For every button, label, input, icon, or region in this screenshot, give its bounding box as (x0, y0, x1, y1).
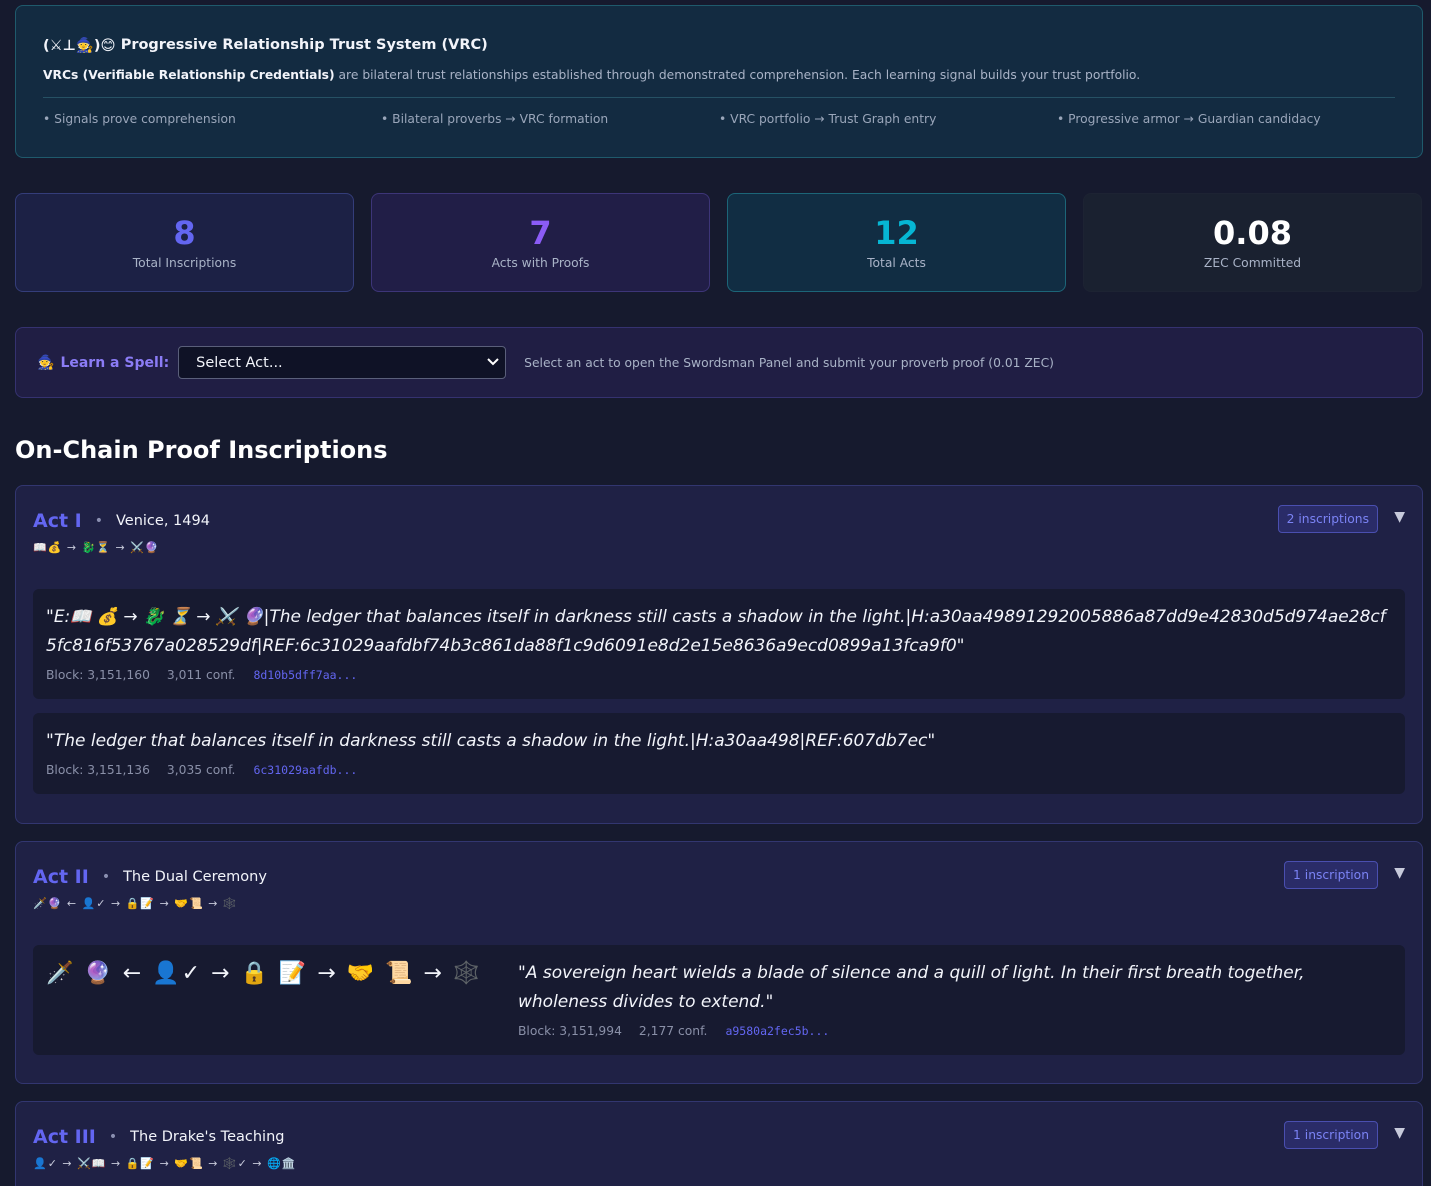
inscription-body: "A sovereign heart wields a blade of sil… (518, 959, 1392, 1039)
vrc-divider (43, 97, 1395, 98)
stat-total-inscriptions: 8 Total Inscriptions (15, 193, 354, 292)
vrc-points: • Signals prove comprehension • Bilatera… (43, 112, 1395, 126)
tx-hash-link[interactable]: 6c31029aafdb... (253, 763, 357, 777)
inscription-meta: Block: 3,151,994 2,177 conf. a9580a2fec5… (518, 1022, 1392, 1039)
tx-hash-link[interactable]: a9580a2fec5b... (725, 1024, 829, 1038)
separator-dot: • (101, 869, 111, 885)
vrc-point: • Signals prove comprehension (43, 112, 236, 126)
vrc-glyph: (⚔⊥🧙)😊 (43, 37, 116, 54)
inscription-text: "The ledger that balances itself in dark… (46, 731, 936, 751)
inscription-item: "E:📖 💰 → 🐉 ⏳ → ⚔️ 🔮|The ledger that bala… (33, 589, 1405, 699)
separator-dot: • (108, 1129, 118, 1145)
confirmations: 3,011 conf. (166, 667, 236, 682)
act-title: Act II (33, 866, 89, 888)
inscription-count-badge: 2 inscriptions (1277, 505, 1378, 533)
block-height: Block: 3,151,160 (46, 667, 150, 682)
vrc-point: • VRC portfolio → Trust Graph entry (719, 112, 937, 126)
act-emoji-sequence: 🗡️🔮 ← 👤✓ → 🔒📝 → 🤝📜 → 🕸️ (33, 897, 238, 910)
inscription-emoji: 🗡️ 🔮 ← 👤✓ → 🔒 📝 → 🤝 📜 → 🕸️ (46, 961, 483, 986)
stat-label: Total Acts (867, 256, 926, 270)
inscription-split: 🗡️ 🔮 ← 👤✓ → 🔒 📝 → 🤝 📜 → 🕸️ "A sovereign … (46, 959, 1392, 1039)
vrc-point: • Bilateral proverbs → VRC formation (381, 112, 609, 126)
stat-zec-committed: 0.08 ZEC Committed (1083, 193, 1422, 292)
stat-label: Acts with Proofs (491, 256, 590, 270)
confirmations: 3,035 conf. (166, 762, 236, 777)
vrc-description: VRCs (Verifiable Relationship Credential… (43, 68, 1395, 86)
vrc-info-panel: (⚔⊥🧙)😊 Progressive Relationship Trust Sy… (15, 5, 1423, 158)
stat-total-acts: 12 Total Acts (727, 193, 1066, 292)
block-height: Block: 3,151,136 (46, 762, 150, 777)
vrc-point: • Progressive armor → Guardian candidacy (1057, 112, 1321, 126)
act-emoji-sequence: 📖💰 → 🐉⏳ → ⚔️🔮 (33, 541, 160, 554)
collapse-toggle-icon[interactable]: ▼ (1394, 865, 1405, 881)
act-subtitle: The Drake's Teaching (130, 1129, 285, 1145)
act-card: Act II • The Dual Ceremony 1 inscription… (15, 841, 1423, 1084)
act-card: Act I • Venice, 1494 2 inscriptions ▼ 📖💰… (15, 485, 1423, 824)
stat-label: ZEC Committed (1203, 256, 1302, 270)
learn-spell-bar: 🧙 Learn a Spell: Select Act... Select an… (15, 327, 1423, 398)
act-subtitle: The Dual Ceremony (123, 869, 267, 885)
act-card: Act III • The Drake's Teaching 1 inscrip… (15, 1101, 1423, 1186)
vrc-desc-bold: VRCs (Verifiable Relationship Credential… (43, 68, 335, 82)
stat-value: 0.08 (1213, 214, 1292, 252)
act-header[interactable]: Act II • The Dual Ceremony (33, 862, 1405, 892)
stat-value: 12 (874, 214, 919, 252)
inscription-count-badge: 1 inscription (1284, 861, 1378, 889)
inscription-text: "E:📖 💰 → 🐉 ⏳ → ⚔️ 🔮|The ledger that bala… (46, 607, 1386, 656)
act-title: Act III (33, 1126, 96, 1148)
act-header[interactable]: Act III • The Drake's Teaching (33, 1122, 1405, 1152)
act-select[interactable]: Select Act... (178, 346, 507, 379)
inscription-item: 🗡️ 🔮 ← 👤✓ → 🔒 📝 → 🤝 📜 → 🕸️ "A sovereign … (33, 945, 1405, 1055)
vrc-title: Progressive Relationship Trust System (V… (120, 37, 488, 53)
act-emoji-sequence: 👤✓ → ⚔️📖 → 🔒📝 → 🤝📜 → 🕸️✓ → 🌐🏛️ (33, 1157, 297, 1170)
act-title: Act I (33, 510, 82, 532)
wizard-icon: 🧙 (37, 354, 55, 371)
section-title: On-Chain Proof Inscriptions (15, 436, 388, 464)
inscription-meta: Block: 3,151,160 3,011 conf. 8d10b5dff7a… (46, 666, 1392, 683)
confirmations: 2,177 conf. (638, 1023, 708, 1038)
stat-value: 8 (173, 214, 196, 252)
learn-spell-text: Learn a Spell: (60, 354, 170, 371)
learn-spell-label: 🧙 Learn a Spell: (37, 355, 169, 371)
stat-acts-with-proofs: 7 Acts with Proofs (371, 193, 710, 292)
vrc-desc-rest: are bilateral trust relationships establ… (334, 68, 1141, 82)
collapse-toggle-icon[interactable]: ▼ (1394, 509, 1405, 525)
chevron-down-icon (487, 356, 499, 369)
inscription-meta: Block: 3,151,136 3,035 conf. 6c31029aafd… (46, 761, 1392, 778)
inscription-count-badge: 1 inscription (1284, 1121, 1378, 1149)
stat-value: 7 (529, 214, 552, 252)
learn-spell-hint: Select an act to open the Swordsman Pane… (524, 355, 1054, 370)
collapse-toggle-icon[interactable]: ▼ (1394, 1125, 1405, 1141)
stat-label: Total Inscriptions (132, 256, 237, 270)
vrc-title-row: (⚔⊥🧙)😊 Progressive Relationship Trust Sy… (43, 35, 1395, 55)
block-height: Block: 3,151,994 (518, 1023, 622, 1038)
act-select-value: Select Act... (196, 354, 283, 371)
separator-dot: • (94, 513, 103, 529)
act-header[interactable]: Act I • Venice, 1494 (33, 506, 1405, 536)
inscription-item: "The ledger that balances itself in dark… (33, 713, 1405, 794)
inscription-text: "A sovereign heart wields a blade of sil… (518, 963, 1305, 1012)
tx-hash-link[interactable]: 8d10b5dff7aa... (253, 668, 357, 682)
act-subtitle: Venice, 1494 (116, 513, 210, 529)
stats-row: 8 Total Inscriptions 7 Acts with Proofs … (15, 193, 1423, 292)
